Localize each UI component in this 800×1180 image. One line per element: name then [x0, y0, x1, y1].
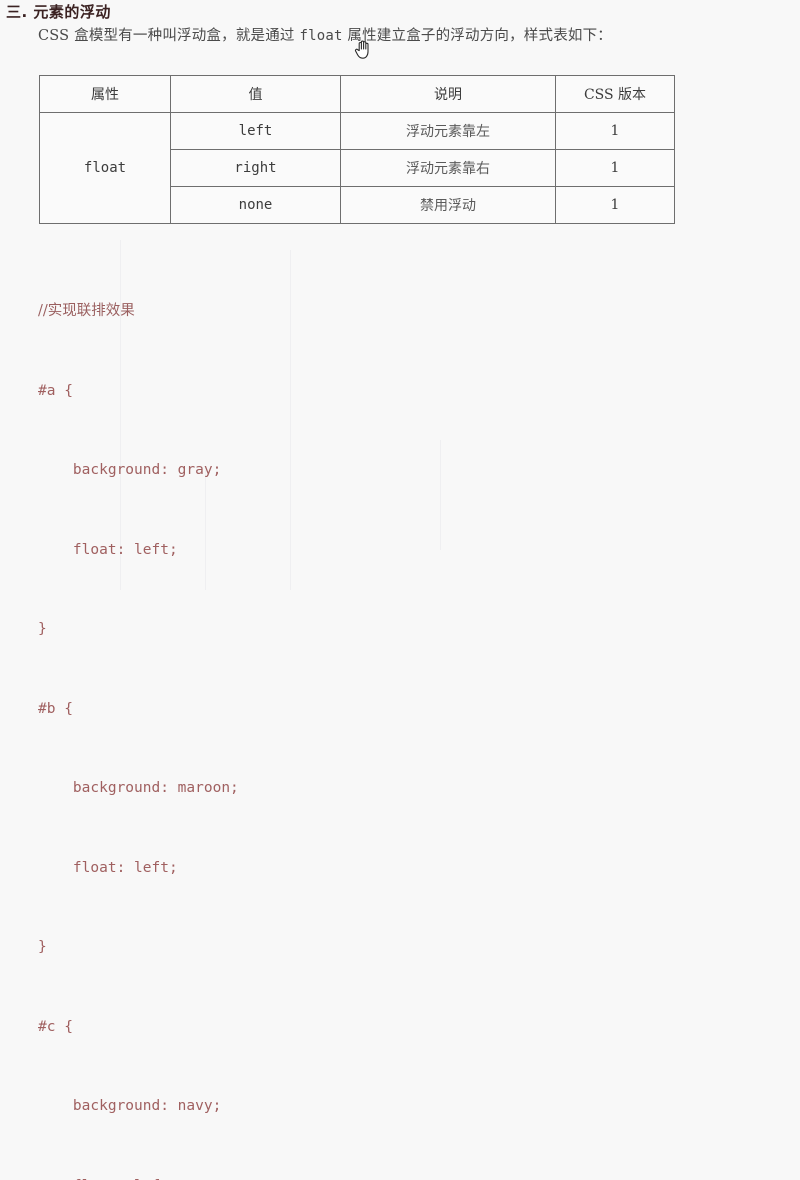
code-line: float: left; — [38, 855, 239, 882]
table-cell-css-version: 1 — [556, 187, 675, 224]
table-cell-css-version: 1 — [556, 150, 675, 187]
table-row: float left 浮动元素靠左 1 — [40, 113, 675, 150]
section-heading: 三. 元素的浮动 — [6, 1, 111, 22]
table-cell-description: 禁用浮动 — [341, 187, 556, 224]
code-line: background: navy; — [38, 1093, 239, 1120]
css-code-block: //实现联排效果 #a { background: gray; float: l… — [38, 245, 239, 1180]
float-property-table: 属性 值 说明 CSS 版本 float left 浮动元素靠左 1 right… — [39, 75, 675, 224]
code-line: #c { — [38, 1014, 239, 1041]
background-artifact-line — [290, 250, 291, 590]
code-line: } — [38, 934, 239, 961]
table-cell-value: none — [171, 187, 341, 224]
intro-text-before: CSS 盒模型有一种叫浮动盒，就是通过 — [38, 28, 299, 44]
intro-paragraph: CSS 盒模型有一种叫浮动盒，就是通过 float 属性建立盒子的浮动方向，样式… — [38, 24, 612, 45]
table-cell-description: 浮动元素靠左 — [341, 113, 556, 150]
table-header-css-version: CSS 版本 — [556, 76, 675, 113]
table-header-attribute: 属性 — [40, 76, 171, 113]
table-header-description: 说明 — [341, 76, 556, 113]
code-line: background: gray; — [38, 457, 239, 484]
table-cell-value: right — [171, 150, 341, 187]
table-cell-description: 浮动元素靠右 — [341, 150, 556, 187]
table-header-value: 值 — [171, 76, 341, 113]
document-page: 三. 元素的浮动 CSS 盒模型有一种叫浮动盒，就是通过 float 属性建立盒… — [0, 0, 800, 590]
table-header-row: 属性 值 说明 CSS 版本 — [40, 76, 675, 113]
inline-code-float: float — [299, 28, 342, 44]
code-line: #b { — [38, 696, 239, 723]
table-cell-css-version: 1 — [556, 113, 675, 150]
table-cell-attribute-float: float — [40, 113, 171, 224]
background-artifact-line — [440, 440, 441, 550]
code-line: } — [38, 616, 239, 643]
intro-text-after: 属性建立盒子的浮动方向，样式表如下： — [343, 28, 612, 44]
table-cell-value: left — [171, 113, 341, 150]
code-line: #a { — [38, 378, 239, 405]
code-line: float: left; — [38, 1173, 239, 1180]
code-line: background: maroon; — [38, 775, 239, 802]
code-line: //实现联排效果 — [38, 298, 239, 325]
code-line: float: left; — [38, 537, 239, 564]
